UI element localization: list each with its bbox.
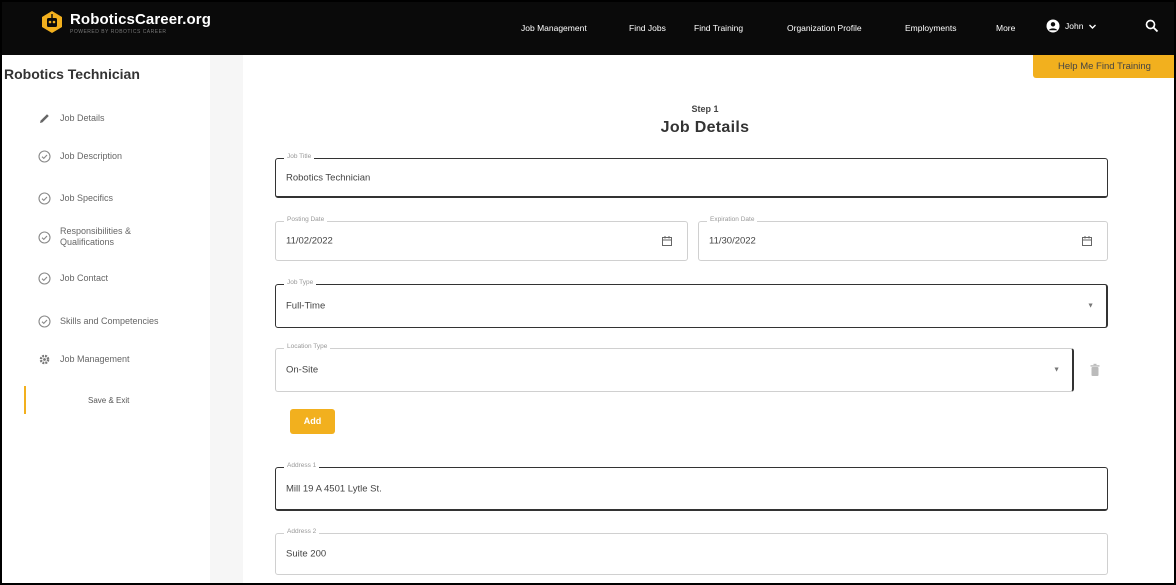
nav-employments[interactable]: Employments [905, 23, 957, 33]
job-type-value: Full-Time [286, 300, 326, 312]
posting-date-value: 11/02/2022 [286, 235, 333, 247]
sidebar-item-job-specifics[interactable]: Job Specifics [38, 192, 113, 205]
job-title-field[interactable]: Job Title Robotics Technician [275, 153, 1108, 198]
sidebar-item-responsibilities[interactable]: Responsibilities & Qualifications [38, 226, 158, 248]
sidebar-item-job-management[interactable]: Job Management [38, 353, 130, 366]
sidebar-item-label: Skills and Competencies [60, 316, 159, 326]
step-label: Step 1 [691, 104, 719, 114]
dropdown-caret-icon: ▼ [1087, 302, 1094, 310]
sidebar-item-skills[interactable]: Skills and Competencies [38, 315, 159, 328]
account-name: John [1065, 21, 1084, 31]
posting-date-field[interactable]: Posting Date 11/02/2022 [275, 216, 688, 261]
address-1-field[interactable]: Address 1 Mill 19 A 4501 Lytle St. [275, 462, 1108, 511]
calendar-icon[interactable] [1081, 235, 1093, 247]
sidebar-item-label: Job Contact [60, 273, 109, 283]
location-type-value: On-Site [286, 364, 319, 376]
address-2-value: Suite 200 [286, 548, 327, 560]
job-title-value: Robotics Technician [286, 172, 371, 183]
nav-organization-profile[interactable]: Organization Profile [787, 23, 862, 33]
job-title-label: Job Title [284, 153, 315, 160]
calendar-icon[interactable] [661, 235, 673, 247]
address-1-value: Mill 19 A 4501 Lytle St. [286, 483, 382, 494]
check-circle-icon [38, 272, 51, 285]
address-2-label: Address 2 [284, 528, 320, 535]
location-type-label: Location Type [284, 343, 331, 350]
expiration-date-value: 11/30/2022 [709, 235, 756, 247]
job-type-label: Job Type [284, 279, 317, 286]
trash-icon[interactable] [1089, 363, 1101, 377]
page-title: Job Details [660, 119, 750, 136]
sidebar-job-title: Robotics Technician [4, 66, 140, 82]
check-circle-icon [38, 192, 51, 205]
sidebar-item-job-details[interactable]: Job Details [38, 112, 105, 125]
check-circle-icon [38, 230, 51, 244]
sidebar-item-label: Job Details [60, 113, 105, 123]
main-nav: Job Management Find Jobs Find Training O… [0, 20, 1176, 36]
save-exit-button[interactable]: Save & Exit [88, 396, 129, 405]
help-me-find-training-button[interactable]: Help Me Find Training [1033, 55, 1176, 78]
job-type-select[interactable]: Job Type Full-Time ▼ [275, 279, 1108, 328]
expiration-date-label: Expiration Date [707, 216, 758, 223]
chevron-down-icon [1089, 24, 1097, 29]
sidebar-item-label: Responsibilities & Qualifications [60, 226, 132, 247]
nav-job-management[interactable]: Job Management [521, 23, 587, 33]
user-circle-icon [1046, 19, 1060, 33]
nav-more[interactable]: More [996, 23, 1015, 33]
sidebar-item-job-contact[interactable]: Job Contact [38, 272, 108, 285]
account-menu[interactable]: John [1046, 19, 1097, 33]
location-type-select[interactable]: Location Type On-Site ▼ [275, 343, 1074, 392]
search-icon[interactable] [1144, 18, 1160, 34]
pencil-icon [38, 112, 51, 125]
add-button[interactable]: Add [290, 409, 335, 434]
expiration-date-field[interactable]: Expiration Date 11/30/2022 [698, 216, 1108, 261]
sidebar-item-label: Job Specifics [60, 193, 114, 203]
sidebar-item-job-description[interactable]: Job Description [38, 150, 122, 163]
sidebar-gutter [210, 55, 243, 585]
nav-find-jobs[interactable]: Find Jobs [629, 23, 666, 33]
sidebar-item-label: Job Management [60, 354, 130, 364]
address-2-field[interactable]: Address 2 Suite 200 [275, 528, 1108, 575]
address-1-label: Address 1 [284, 462, 320, 469]
top-nav-bar: RoboticsCareer.org POWERED BY ROBOTICS C… [0, 0, 1176, 55]
sidebar-item-label: Job Description [60, 151, 123, 161]
check-circle-icon [38, 150, 51, 163]
nav-find-training[interactable]: Find Training [694, 23, 743, 33]
check-circle-icon [38, 315, 51, 328]
gear-icon [38, 353, 51, 366]
dropdown-caret-icon: ▼ [1053, 366, 1060, 374]
posting-date-label: Posting Date [284, 216, 328, 223]
